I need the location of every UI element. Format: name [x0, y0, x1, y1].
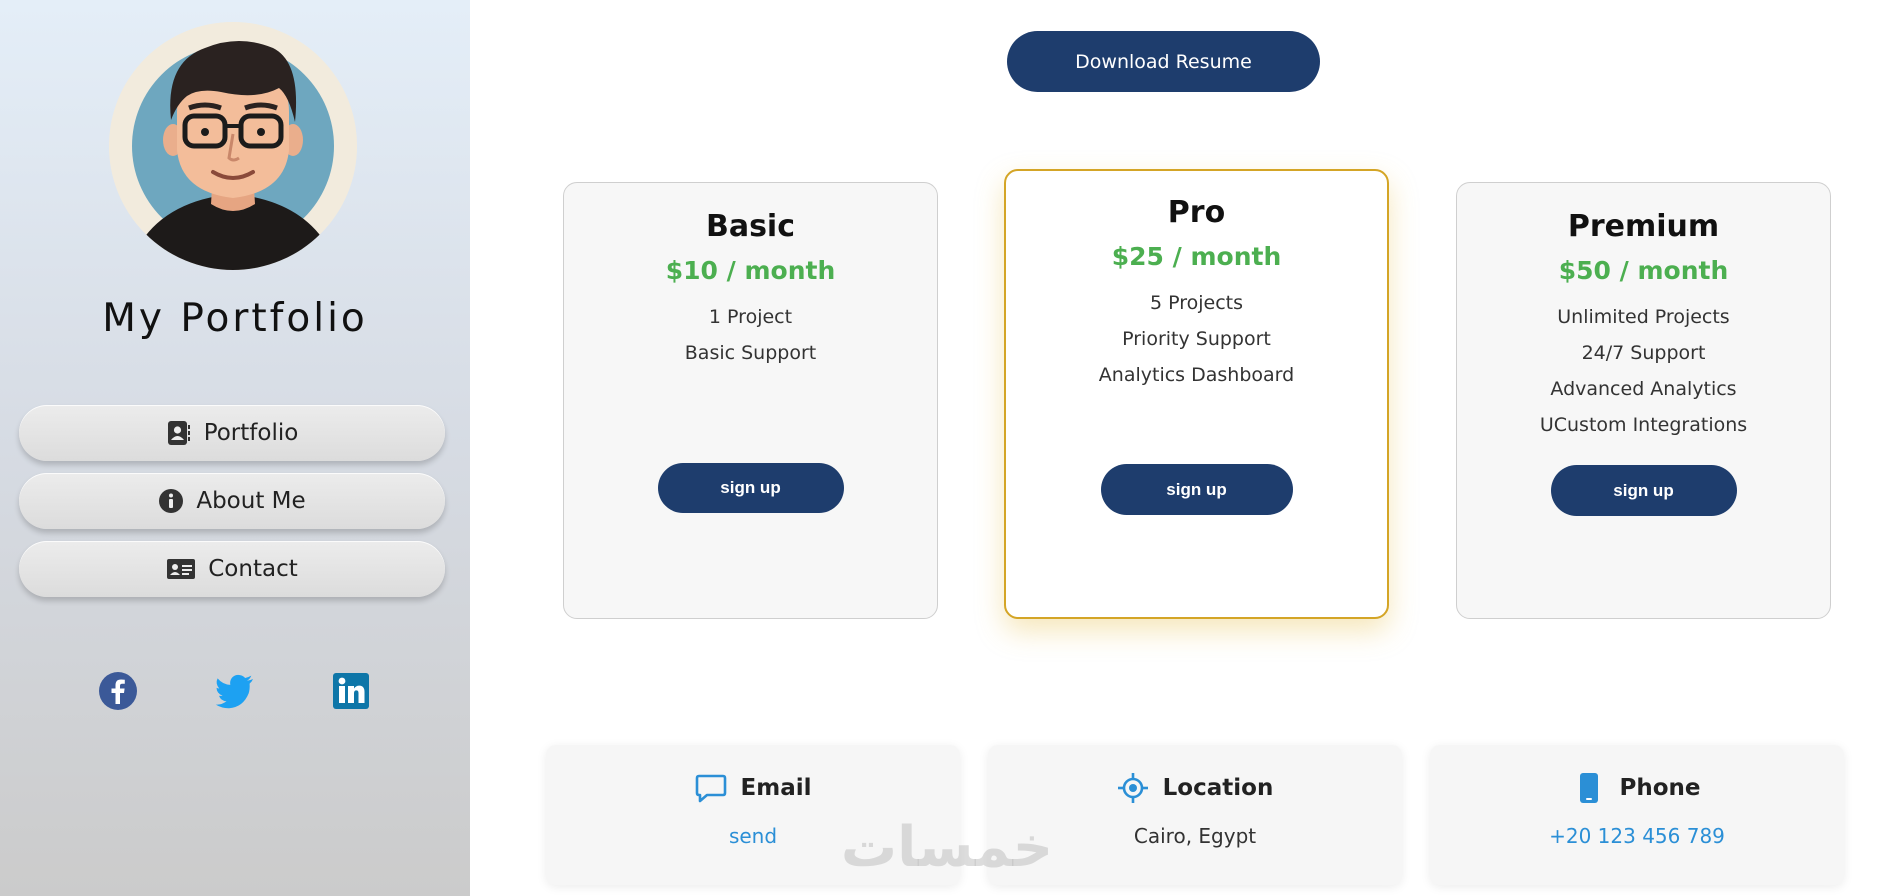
linkedin-icon	[333, 673, 369, 709]
plan-feature: Basic Support	[684, 342, 817, 364]
facebook-icon	[99, 672, 137, 710]
signup-button-basic[interactable]: sign up	[657, 463, 844, 513]
email-send-link[interactable]: send	[546, 824, 960, 848]
nav-about-button[interactable]: About Me	[19, 473, 445, 529]
nav-contact-label: Contact	[208, 556, 298, 582]
profile-avatar	[109, 22, 357, 270]
plan-price: $50 / month	[1558, 256, 1729, 285]
nav-portfolio-label: Portfolio	[203, 420, 299, 446]
contact-heading: Phone	[1430, 772, 1844, 804]
site-title: My Portfolio	[102, 296, 368, 341]
plan-name: Basic	[705, 209, 796, 244]
contact-heading: Email	[546, 772, 960, 804]
plan-feature: 1 Project	[708, 306, 793, 328]
contact-heading: Location	[988, 772, 1402, 804]
nav-about-label: About Me	[196, 488, 306, 514]
plan-features: 5 Projects Priority Support Analytics Da…	[1006, 285, 1387, 393]
plan-name: Premium	[1567, 209, 1720, 244]
contact-card-email: Email send	[546, 745, 960, 885]
plan-features: Unlimited Projects 24/7 Support Advanced…	[1457, 299, 1830, 443]
plan-features: 1 Project Basic Support	[564, 299, 937, 371]
nav-contact-button[interactable]: Contact	[19, 541, 445, 597]
contact-card-location: Location Cairo, Egypt	[988, 745, 1402, 885]
twitter-link[interactable]	[215, 671, 255, 711]
sidebar: My Portfolio Portfolio About Me Contact	[0, 0, 470, 896]
plan-card-pro: Pro $25 / month 5 Projects Priority Supp…	[1004, 169, 1389, 619]
contact-card-phone: Phone +20 123 456 789	[1430, 745, 1844, 885]
plan-feature: Analytics Dashboard	[1098, 364, 1295, 386]
id-card-icon	[166, 556, 196, 582]
location-value: Cairo, Egypt	[1133, 824, 1257, 848]
facebook-link[interactable]	[98, 671, 138, 711]
phone-link[interactable]: +20 123 456 789	[1430, 824, 1844, 848]
plan-card-premium: Premium $50 / month Unlimited Projects 2…	[1456, 182, 1831, 619]
chat-bubble-icon	[695, 772, 727, 804]
plan-feature: Unlimited Projects	[1557, 306, 1730, 328]
plan-feature: Advanced Analytics	[1550, 378, 1737, 400]
location-crosshair-icon	[1117, 772, 1149, 804]
info-circle-icon	[158, 488, 184, 514]
plan-feature: Priority Support	[1122, 328, 1271, 350]
signup-button-pro[interactable]: sign up	[1100, 464, 1293, 515]
plan-name: Pro	[1167, 195, 1226, 230]
signup-button-premium[interactable]: sign up	[1550, 465, 1737, 516]
download-resume-button[interactable]: Download Resume	[1007, 31, 1320, 92]
contact-label: Location	[1162, 775, 1274, 801]
plan-feature: 5 Projects	[1149, 292, 1244, 314]
nav-portfolio-button[interactable]: Portfolio	[19, 405, 445, 461]
plan-feature: UCustom Integrations	[1539, 414, 1748, 436]
plan-price: $10 / month	[665, 256, 836, 285]
twitter-icon	[215, 674, 253, 709]
contact-label: Phone	[1619, 775, 1701, 801]
contact-label: Email	[740, 775, 812, 801]
address-book-icon	[166, 420, 192, 446]
linkedin-link[interactable]	[331, 671, 371, 711]
plan-card-basic: Basic $10 / month 1 Project Basic Suppor…	[563, 182, 938, 619]
plan-price: $25 / month	[1111, 242, 1282, 271]
smartphone-icon	[1573, 772, 1605, 804]
plan-feature: 24/7 Support	[1581, 342, 1706, 364]
